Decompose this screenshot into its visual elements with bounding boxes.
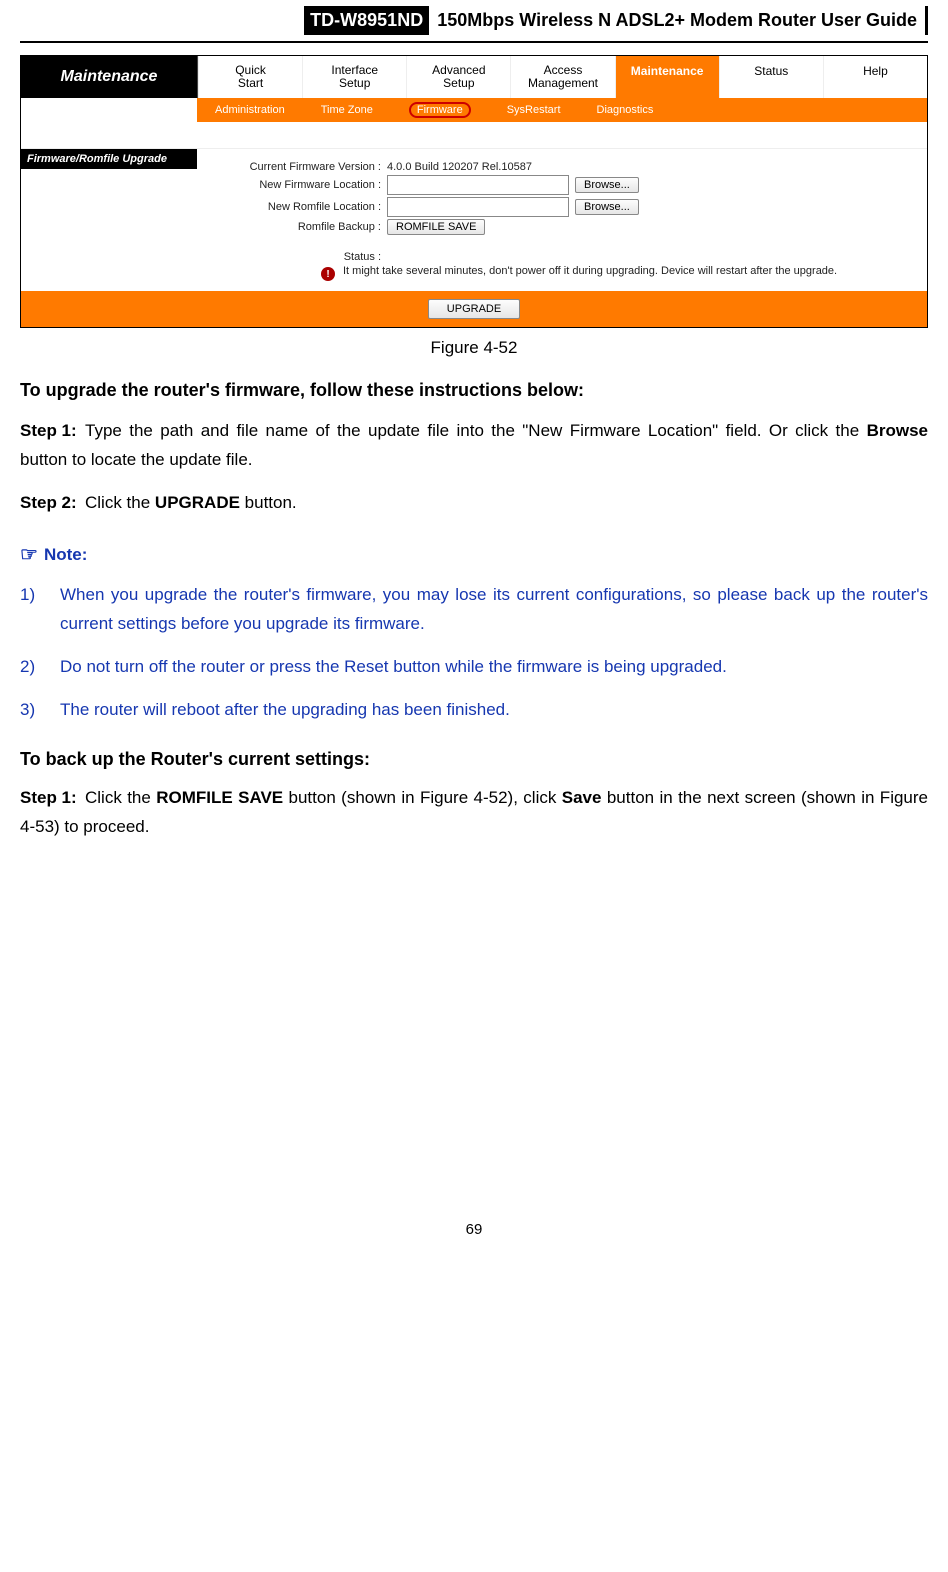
subtab-sysrestart[interactable]: SysRestart xyxy=(489,98,579,122)
status-label: Status : xyxy=(201,251,387,263)
backup-heading: To back up the Router's current settings… xyxy=(20,749,928,770)
page-number: 69 xyxy=(20,1221,928,1238)
upgrade-step-2: Step 2:Click the UPGRADE button. xyxy=(20,489,928,518)
tab-interface-setup[interactable]: InterfaceSetup xyxy=(302,56,406,98)
rom-backup-label: Romfile Backup : xyxy=(201,221,387,233)
sidebar-title: Maintenance xyxy=(21,56,198,98)
browse-romfile-button[interactable]: Browse... xyxy=(575,199,639,215)
romfile-save-button[interactable]: ROMFILE SAVE xyxy=(387,219,485,235)
tab-status[interactable]: Status xyxy=(719,56,823,98)
tab-help[interactable]: Help xyxy=(823,56,927,98)
doc-header: TD-W8951ND 150Mbps Wireless N ADSL2+ Mod… xyxy=(20,0,928,43)
fw-version-value: 4.0.0 Build 120207 Rel.10587 xyxy=(387,161,907,173)
tab-maintenance[interactable]: Maintenance xyxy=(615,56,719,98)
status-text: It might take several minutes, don't pow… xyxy=(343,265,907,277)
warning-icon: ! xyxy=(321,267,335,281)
tab-quick-start[interactable]: QuickStart xyxy=(198,56,302,98)
router-ui-screenshot: Maintenance QuickStart InterfaceSetup Ad… xyxy=(20,55,928,328)
subtab-firmware[interactable]: Firmware xyxy=(391,98,489,122)
doc-title: 150Mbps Wireless N ADSL2+ Modem Router U… xyxy=(429,6,928,35)
section-header: Firmware/Romfile Upgrade xyxy=(21,149,197,169)
fw-version-label: Current Firmware Version : xyxy=(201,161,387,173)
upgrade-heading: To upgrade the router's firmware, follow… xyxy=(20,380,928,401)
new-romfile-input[interactable] xyxy=(387,197,569,217)
new-rom-label: New Romfile Location : xyxy=(201,201,387,213)
subtab-administration[interactable]: Administration xyxy=(197,98,303,122)
subtab-time-zone[interactable]: Time Zone xyxy=(303,98,391,122)
note-2: 2)Do not turn off the router or press th… xyxy=(20,653,928,682)
note-heading: ☞ Note: xyxy=(20,542,928,567)
doc-model: TD-W8951ND xyxy=(304,6,429,35)
upgrade-step-1: Step 1:Type the path and file name of th… xyxy=(20,417,928,475)
subtab-diagnostics[interactable]: Diagnostics xyxy=(579,98,672,122)
backup-step-1: Step 1:Click the ROMFILE SAVE button (sh… xyxy=(20,784,928,842)
tab-access-management[interactable]: AccessManagement xyxy=(510,56,614,98)
pointing-hand-icon: ☞ xyxy=(20,542,38,567)
new-fw-label: New Firmware Location : xyxy=(201,179,387,191)
browse-firmware-button[interactable]: Browse... xyxy=(575,177,639,193)
figure-caption: Figure 4-52 xyxy=(20,338,928,358)
note-3: 3)The router will reboot after the upgra… xyxy=(20,696,928,725)
tab-advanced-setup[interactable]: AdvancedSetup xyxy=(406,56,510,98)
note-1: 1)When you upgrade the router's firmware… xyxy=(20,581,928,639)
upgrade-button[interactable]: UPGRADE xyxy=(428,299,520,319)
new-firmware-input[interactable] xyxy=(387,175,569,195)
